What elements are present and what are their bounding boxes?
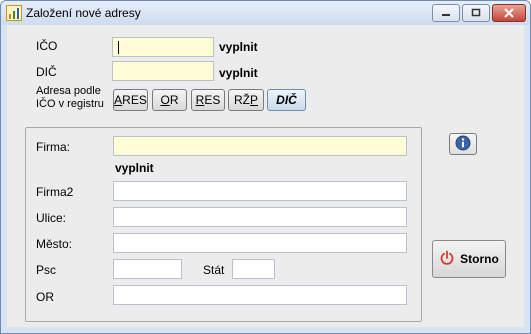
or-field-label: OR (36, 290, 54, 304)
dic-input[interactable] (112, 61, 214, 81)
or-accelerator: O (160, 93, 170, 107)
firma2-input[interactable] (113, 181, 407, 201)
ares-accelerator: A (114, 93, 123, 107)
res-label: ES (204, 93, 221, 107)
mesto-label: Město: (36, 237, 73, 251)
chart-icon (6, 5, 22, 21)
window-title: Založení nové adresy (26, 6, 141, 20)
close-icon (493, 5, 525, 21)
ulice-label: Ulice: (36, 211, 67, 225)
firma-hint: vyplnit (115, 161, 154, 175)
or-input[interactable] (113, 285, 407, 305)
psc-input[interactable] (113, 259, 182, 279)
registry-label-line1: Adresa podle (36, 85, 101, 97)
power-icon (439, 250, 455, 269)
ares-label: RES (122, 93, 147, 107)
minimize-button[interactable] (432, 4, 460, 22)
registry-label-line2: IČO v registru (36, 98, 104, 110)
address-group: Firma: vyplnit Firma2 Ulice: Město: Psc … (25, 127, 422, 322)
firma2-label: Firma2 (36, 185, 74, 199)
rzp-button[interactable]: RŽP (228, 89, 264, 111)
firma-label: Firma: (36, 140, 70, 154)
firma-input[interactable] (113, 136, 407, 156)
maximize-icon (463, 5, 489, 21)
dic-registry-label: DIČ (276, 93, 297, 107)
rzp-label: RŽ (233, 93, 250, 107)
maximize-button[interactable] (462, 4, 490, 22)
ico-label: IČO (36, 39, 58, 53)
ico-input[interactable] (112, 37, 214, 57)
text-cursor (118, 41, 119, 54)
info-icon (455, 135, 471, 154)
info-button[interactable] (449, 133, 477, 155)
close-button[interactable] (492, 4, 526, 22)
ico-hint: vyplnit (219, 40, 258, 54)
dic-registry-button[interactable]: DIČ (267, 89, 306, 111)
dic-hint: vyplnit (219, 66, 258, 80)
minimize-icon (433, 5, 459, 21)
window: Založení nové adresy IČO vyplnit DIČ vyp… (0, 0, 531, 334)
storno-button[interactable]: Storno (432, 240, 506, 278)
ulice-input[interactable] (113, 207, 407, 227)
psc-label: Psc (36, 263, 57, 277)
ares-button[interactable]: ARES (113, 89, 148, 111)
storno-label: Storno (460, 252, 499, 266)
rzp-accelerator: P (249, 93, 258, 107)
stat-input[interactable] (232, 259, 275, 279)
res-button[interactable]: RES (191, 89, 225, 111)
mesto-input[interactable] (113, 233, 407, 253)
stat-label: Stát (203, 263, 225, 277)
dic-label: DIČ (36, 65, 57, 79)
dialog-body: IČO vyplnit DIČ vyplnit Adresa podle IČO… (7, 25, 524, 327)
or-button[interactable]: OR (152, 89, 187, 111)
title-bar: Založení nové adresy (1, 1, 530, 25)
or-label: R (169, 93, 179, 107)
